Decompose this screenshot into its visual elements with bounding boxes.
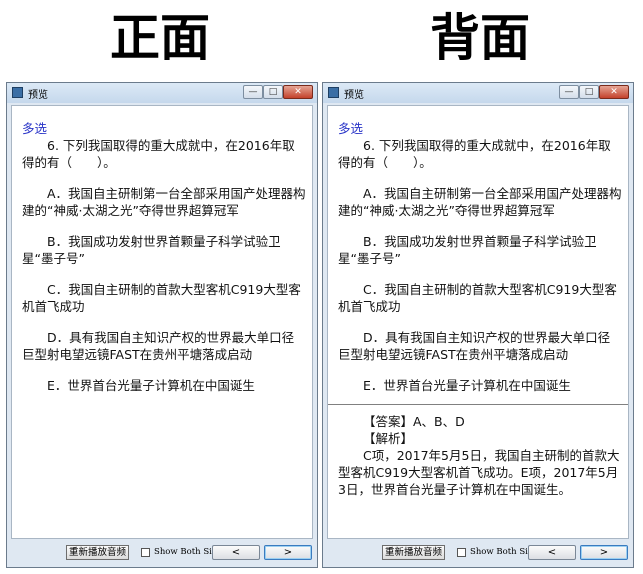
show-both-sides-checkbox[interactable] (457, 548, 466, 557)
answer-line: 【答案】A、B、D (363, 414, 465, 429)
question-stem: 6. 下列我国取得的重大成就中，在2016年取得的有（ ）。 (338, 138, 611, 170)
show-both-sides-checkbox[interactable] (141, 548, 150, 557)
answer-divider (328, 404, 628, 405)
option-a: A．我国自主研制第一台全部采用国产处理器构建的“神威·太湖之光”夺得世界超算冠军 (338, 186, 622, 218)
previous-button[interactable]: < (212, 545, 260, 560)
option-c: C．我国自主研制的首款大型客机C919大型客机首飞成功 (338, 282, 617, 314)
option-c: C．我国自主研制的首款大型客机C919大型客机首飞成功 (22, 282, 301, 314)
close-button[interactable]: ✕ (599, 85, 629, 99)
replay-audio-button[interactable]: 重新播放音频 (382, 545, 446, 560)
minimize-button[interactable]: — (243, 85, 263, 99)
bottom-toolbar: 重新播放音频 Show Both Sides < > (327, 543, 629, 563)
window-title: 预览 (28, 90, 48, 101)
analysis-label: 【解析】 (363, 431, 414, 446)
window-title: 预览 (344, 90, 364, 101)
bottom-toolbar: 重新播放音频 Show Both Sides < > (11, 543, 313, 563)
card-content: 多选 6. 下列我国取得的重大成就中，在2016年取得的有（ ）。 A．我国自主… (327, 105, 629, 539)
question-stem: 6. 下列我国取得的重大成就中，在2016年取得的有（ ）。 (22, 138, 295, 170)
question-type: 多选 (22, 121, 48, 136)
option-b: B．我国成功发射世界首颗量子科学试验卫星“墨子号” (338, 234, 597, 266)
title-bar[interactable]: 预览 — □ ✕ (7, 83, 317, 103)
front-side-label: 正面 (110, 9, 210, 67)
maximize-button[interactable]: □ (579, 85, 599, 99)
previous-button[interactable]: < (528, 545, 576, 560)
next-button[interactable]: > (580, 545, 628, 560)
preview-window-front: 预览 — □ ✕ 多选 6. 下列我国取得的重大成就中，在2016年取得的有（ … (6, 82, 318, 568)
minimize-button[interactable]: — (559, 85, 579, 99)
back-side-label: 背面 (430, 9, 530, 67)
card-content: 多选 6. 下列我国取得的重大成就中，在2016年取得的有（ ）。 A．我国自主… (11, 105, 313, 539)
option-d: D．具有我国自主知识产权的世界最大单口径巨型射电望远镜FAST在贵州平塘落成启动 (338, 330, 611, 362)
option-d: D．具有我国自主知识产权的世界最大单口径巨型射电望远镜FAST在贵州平塘落成启动 (22, 330, 295, 362)
option-a: A．我国自主研制第一台全部采用国产处理器构建的“神威·太湖之光”夺得世界超算冠军 (22, 186, 306, 218)
app-icon (12, 87, 23, 98)
replay-audio-button[interactable]: 重新播放音频 (66, 545, 130, 560)
title-bar[interactable]: 预览 — □ ✕ (323, 83, 633, 103)
option-e: E．世界首台光量子计算机在中国诞生 (363, 378, 571, 393)
analysis-text: C项，2017年5月5日，我国自主研制的首款大型客机C919大型客机首飞成功。E… (338, 448, 620, 497)
close-button[interactable]: ✕ (283, 85, 313, 99)
app-icon (328, 87, 339, 98)
option-e: E．世界首台光量子计算机在中国诞生 (47, 378, 255, 393)
option-b: B．我国成功发射世界首颗量子科学试验卫星“墨子号” (22, 234, 281, 266)
preview-window-back: 预览 — □ ✕ 多选 6. 下列我国取得的重大成就中，在2016年取得的有（ … (322, 82, 634, 568)
question-type: 多选 (338, 121, 364, 136)
next-button[interactable]: > (264, 545, 312, 560)
maximize-button[interactable]: □ (263, 85, 283, 99)
